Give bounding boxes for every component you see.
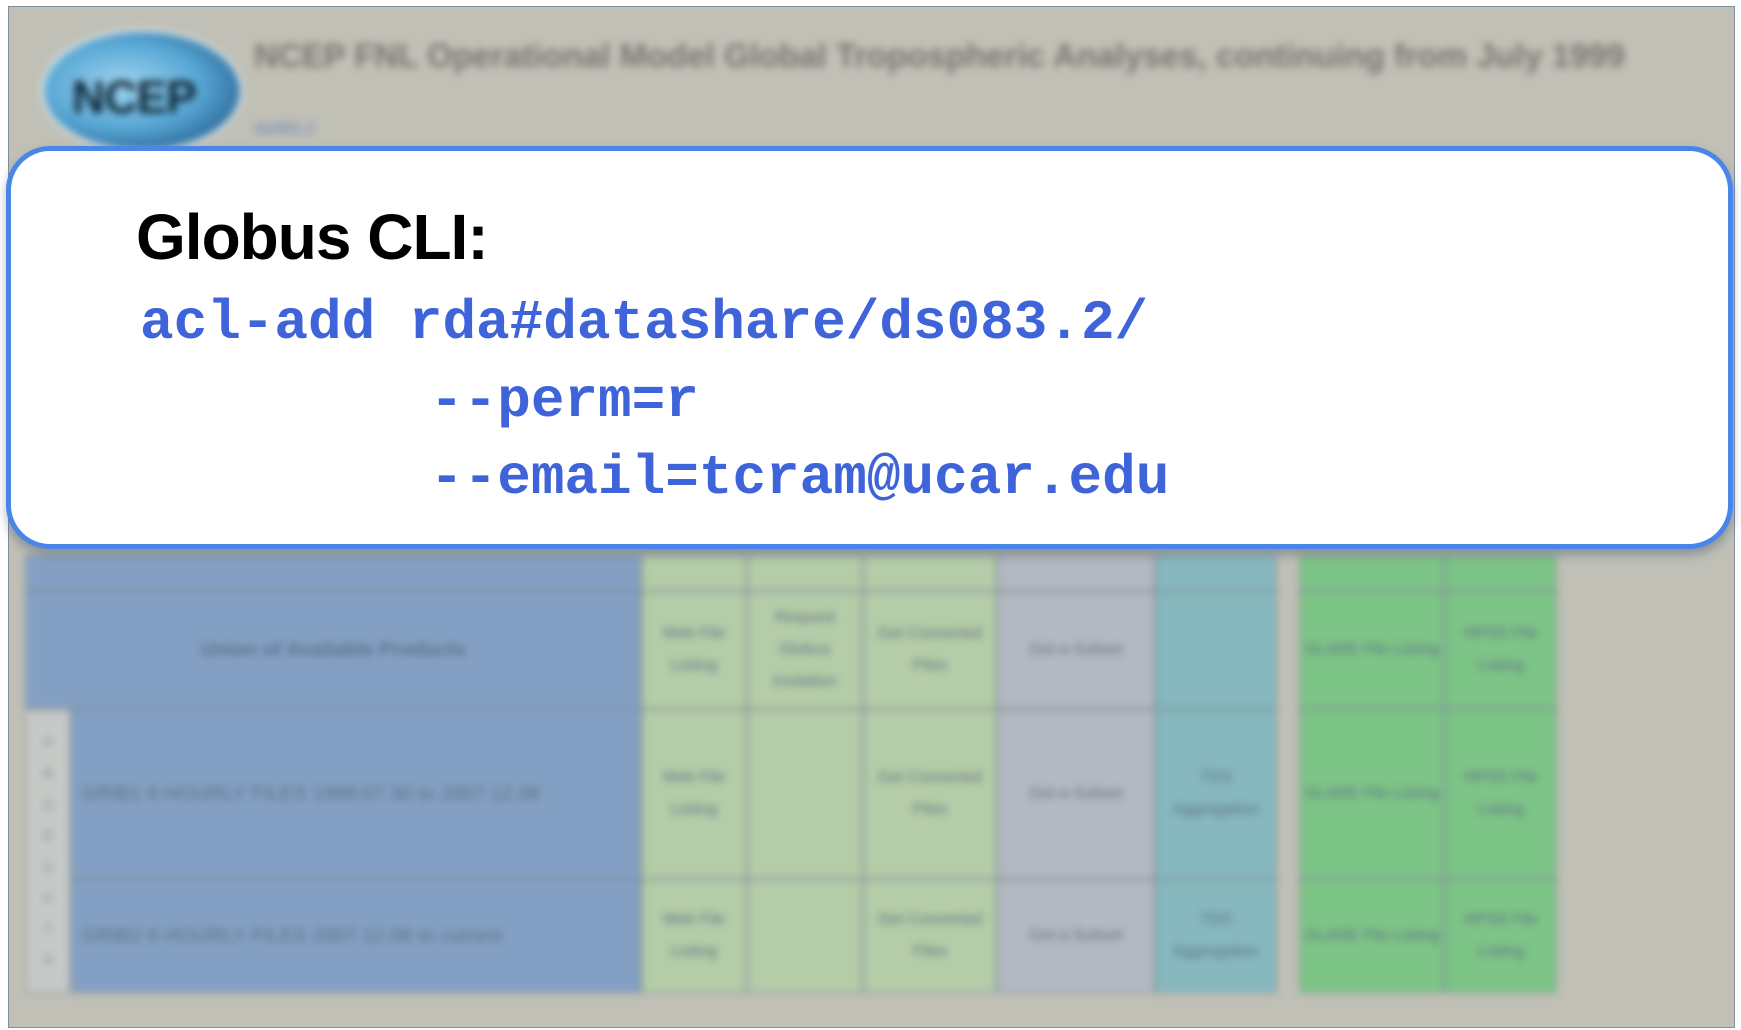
side-letter: C: [43, 890, 53, 905]
command-line-1: acl-add rda#datashare/ds083.2/: [140, 291, 1149, 355]
globus-cell: [747, 709, 863, 879]
side-letter: D: [43, 828, 53, 843]
hpss-listing-link[interactable]: HPSS File Listing: [1445, 591, 1557, 709]
web-file-listing-link[interactable]: Web File Listing: [641, 709, 747, 879]
callout-title: Globus CLI:: [136, 201, 489, 273]
side-letter: T: [44, 921, 52, 936]
subset-link[interactable]: Get a Subset: [997, 709, 1155, 879]
command-line-2: --perm=r: [430, 369, 699, 433]
side-letter: S: [43, 952, 53, 967]
command-line-3: --email=tcram@ucar.edu: [430, 446, 1170, 510]
converted-files-link[interactable]: Get Converted Files: [863, 709, 997, 879]
subset-link[interactable]: Get a Subset: [997, 879, 1155, 993]
row-label-grib2[interactable]: GRIB2 6 HOURLY FILES 2007.12.06 to curre…: [71, 879, 641, 993]
row-label-grib1[interactable]: GRIB1 6 HOURLY FILES 1999.07.30 to 2007.…: [71, 709, 641, 879]
web-file-listing-link[interactable]: Web File Listing: [641, 879, 747, 993]
table-header-cell: [1299, 555, 1445, 591]
logo-text: NCEP: [72, 71, 197, 123]
dataset-id: ds083.2: [254, 119, 315, 138]
web-file-listing-link[interactable]: Web File Listing: [641, 591, 747, 709]
table-header-cell: [641, 555, 747, 591]
products-side-label: P R O D U C T S: [25, 709, 71, 993]
converted-files-link[interactable]: Get Converted Files: [863, 591, 997, 709]
table-header-cell: [863, 555, 997, 591]
globus-invitation-link[interactable]: Request Globus Invitation: [747, 591, 863, 709]
table-header-cell: [25, 555, 641, 591]
glade-listing-link[interactable]: GLADE File Listing: [1299, 591, 1445, 709]
glade-listing-link[interactable]: GLADE File Listing: [1299, 709, 1445, 879]
tds-aggregation-link[interactable]: TDS Aggregation: [1155, 709, 1277, 879]
products-table: Union of Available Products Web File Lis…: [25, 555, 1725, 1007]
table-header-cell: [1445, 555, 1557, 591]
tds-aggregation-link[interactable]: TDS Aggregation: [1155, 879, 1277, 993]
row-label-union: Union of Available Products: [25, 591, 641, 709]
ncep-logo: NCEP: [41, 29, 243, 153]
side-letter: U: [43, 859, 53, 874]
subset-link[interactable]: Get a Subset: [997, 591, 1155, 709]
converted-files-link[interactable]: Get Converted Files: [863, 879, 997, 993]
tds-cell: [1155, 591, 1277, 709]
side-letter: R: [43, 766, 53, 781]
hpss-listing-link[interactable]: HPSS File Listing: [1445, 879, 1557, 993]
glade-listing-link[interactable]: GLADE File Listing: [1299, 879, 1445, 993]
table-header-cell: [1155, 555, 1277, 591]
globus-cell: [747, 879, 863, 993]
dataset-title: NCEP FNL Operational Model Global Tropos…: [254, 37, 1625, 74]
table-header-cell: [997, 555, 1155, 591]
side-letter: P: [43, 735, 53, 750]
hpss-listing-link[interactable]: HPSS File Listing: [1445, 709, 1557, 879]
table-header-cell: [747, 555, 863, 591]
side-letter: O: [42, 797, 54, 812]
